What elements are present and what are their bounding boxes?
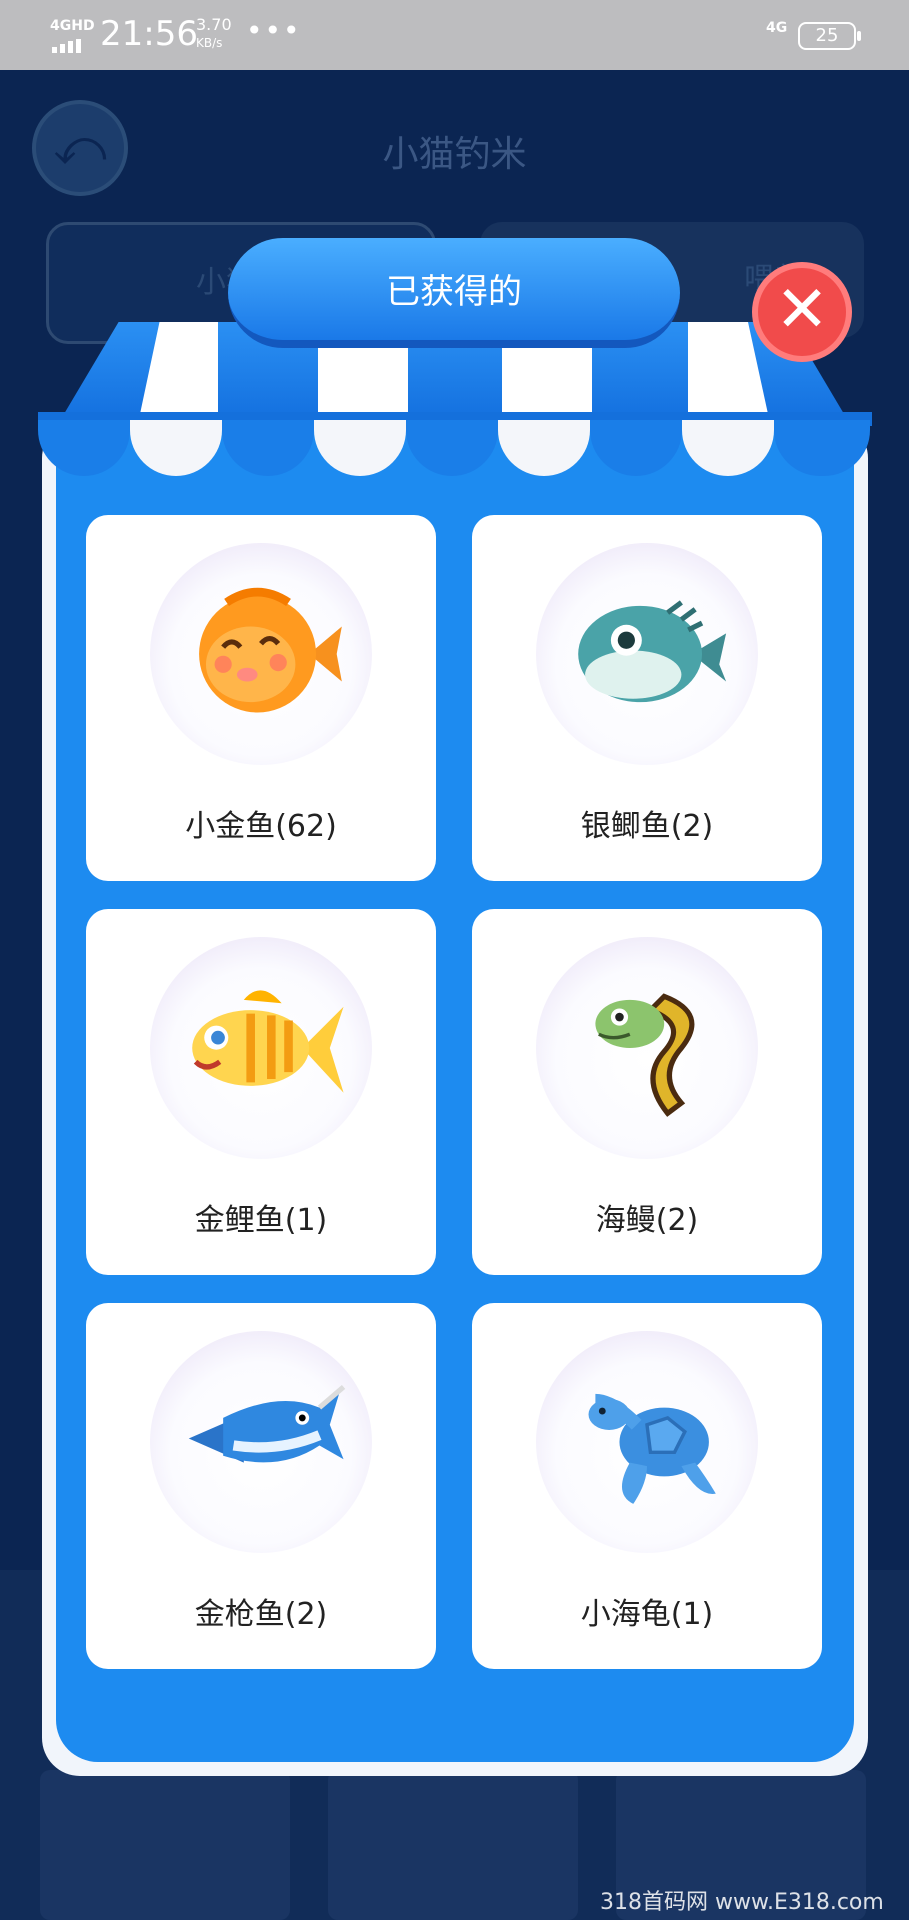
page-title: 小猫钓米 (382, 134, 527, 175)
pufferfish-icon (578, 600, 727, 703)
swordfish-icon (188, 1385, 346, 1463)
fish-label: 小金鱼(62) (185, 809, 337, 844)
signal-icon (52, 34, 84, 53)
more-notifications-icon: ••• (246, 14, 302, 47)
battery-icon: 25 (798, 22, 861, 50)
status-bar: 4GHD 21:56 3.70 KB/s ••• 4G 25 (0, 0, 909, 70)
fish-card[interactable]: 银鲫鱼(2) (472, 515, 822, 881)
eel-icon (595, 993, 695, 1117)
fish-card[interactable]: 金枪鱼(2) (86, 1303, 436, 1669)
net-speed: 3.70 KB/s (196, 16, 232, 52)
close-icon: ✕ (775, 273, 829, 347)
fish-card[interactable]: 小海龟(1) (472, 1303, 822, 1669)
fish-label: 银鲫鱼(2) (580, 809, 714, 844)
watermark: 318首码网 www.E318.com (600, 1890, 884, 1915)
background-cell (328, 1770, 578, 1920)
turtle-icon (588, 1393, 716, 1504)
network-type-right: 4G (766, 20, 788, 36)
fish-label: 小海龟(1) (580, 1597, 714, 1632)
goldfish-icon (199, 587, 342, 713)
background-cell (40, 1770, 290, 1920)
fish-label: 金鲤鱼(1) (194, 1203, 328, 1238)
carp-icon (192, 990, 344, 1093)
fish-label: 金枪鱼(2) (194, 1597, 328, 1632)
fish-card[interactable]: 小金鱼(62) (86, 515, 436, 881)
net-speed-value: 3.70 (196, 15, 232, 34)
network-type: 4GHD (50, 18, 95, 34)
clock: 21:56 (100, 14, 198, 54)
fish-label: 海鳗(2) (595, 1203, 699, 1238)
close-button[interactable]: ✕ (752, 262, 852, 362)
fish-card[interactable]: 海鳗(2) (472, 909, 822, 1275)
modal-title: 已获得的 (228, 238, 680, 348)
fish-card[interactable]: 金鲤鱼(1) (86, 909, 436, 1275)
net-speed-unit: KB/s (196, 36, 223, 50)
